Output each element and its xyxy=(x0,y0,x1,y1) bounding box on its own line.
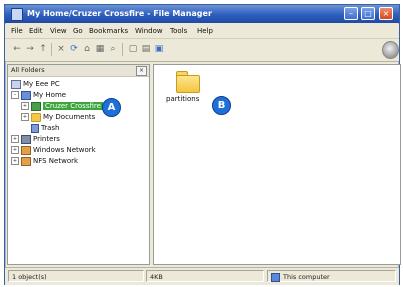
activity-throbber-icon xyxy=(382,41,399,59)
folder-pane-close-button[interactable]: × xyxy=(136,66,147,76)
window-title: My Home/Cruzer Crossfire - File Manager xyxy=(27,9,212,18)
trash-icon xyxy=(31,123,39,133)
status-size: 4KB xyxy=(146,270,264,282)
menu-help[interactable]: Help xyxy=(197,25,213,37)
status-object-count: 1 object(s) xyxy=(8,270,144,282)
toolbar-separator xyxy=(122,43,123,56)
status-bar: 1 object(s) 4KB This computer xyxy=(5,267,399,285)
expand-icon[interactable]: + xyxy=(11,146,19,154)
status-zone-label: This computer xyxy=(283,273,330,281)
expand-icon[interactable]: + xyxy=(11,135,19,143)
tree-item-cruzer-crossfire[interactable]: + Cruzer Crossfire xyxy=(21,101,103,112)
tree-item-label: Trash xyxy=(41,124,60,132)
toolbar-separator xyxy=(51,43,52,56)
home-folder-icon xyxy=(21,90,31,100)
printer-icon xyxy=(21,134,31,144)
tree-item-printers[interactable]: + Printers xyxy=(11,134,60,145)
tree-item-label: My Home xyxy=(33,91,67,99)
menu-window[interactable]: Window xyxy=(135,25,163,37)
minimize-button[interactable]: – xyxy=(344,7,358,20)
folder-pane-header: All Folders × xyxy=(8,65,149,77)
view-mode-icon[interactable]: ▣ xyxy=(153,43,165,55)
callout-badge-a: A xyxy=(102,98,121,117)
tree-item-label: My Documents xyxy=(43,113,96,121)
tree-item-nfs-network[interactable]: + NFS Network xyxy=(11,156,78,167)
back-icon[interactable]: ← xyxy=(11,43,23,55)
status-zone: This computer xyxy=(267,270,396,282)
toolbar: ← → ↑ × ⟳ ⌂ ▦ ⌕ ▢ ▤ ▣ xyxy=(5,39,399,62)
folder-icon xyxy=(31,112,41,122)
menu-file[interactable]: File xyxy=(11,25,23,37)
close-button[interactable]: × xyxy=(379,7,393,20)
find-icon[interactable]: ⌕ xyxy=(107,43,119,55)
usb-drive-icon xyxy=(31,101,41,111)
up-icon[interactable]: ↑ xyxy=(37,43,49,55)
tree-item-my-home[interactable]: – My Home xyxy=(11,90,66,101)
expand-icon[interactable]: + xyxy=(21,102,29,110)
menu-bar: File Edit View Go Bookmarks Window Tools… xyxy=(5,24,399,39)
file-manager-window: My Home/Cruzer Crossfire - File Manager … xyxy=(4,4,401,285)
app-icon xyxy=(11,8,23,21)
tree-item-windows-network[interactable]: + Windows Network xyxy=(11,145,96,156)
menu-bookmarks[interactable]: Bookmarks xyxy=(89,25,128,37)
tree-item-label: Printers xyxy=(33,135,60,143)
tree-item-label: My Eee PC xyxy=(23,80,60,88)
computer-icon xyxy=(11,79,21,89)
folder-icon[interactable] xyxy=(176,75,200,93)
print-icon[interactable]: ▦ xyxy=(94,43,106,55)
tree-item-label: Cruzer Crossfire xyxy=(43,102,103,110)
collapse-icon[interactable]: – xyxy=(11,91,19,99)
tree-item-trash[interactable]: Trash xyxy=(31,123,60,134)
forward-icon[interactable]: → xyxy=(24,43,36,55)
expand-icon[interactable]: + xyxy=(11,157,19,165)
menu-tools[interactable]: Tools xyxy=(170,25,187,37)
tree-item-my-eee-pc[interactable]: My Eee PC xyxy=(11,79,60,90)
properties-icon[interactable]: ▤ xyxy=(140,43,152,55)
computer-icon xyxy=(271,272,280,282)
file-list-pane[interactable]: partitions B xyxy=(153,64,401,265)
folder-pane-title: All Folders xyxy=(11,66,45,74)
menu-view[interactable]: View xyxy=(50,25,67,37)
expand-icon[interactable]: + xyxy=(21,113,29,121)
title-bar[interactable]: My Home/Cruzer Crossfire - File Manager … xyxy=(5,5,399,23)
tree-item-label: NFS Network xyxy=(33,157,79,165)
reload-icon[interactable]: ⟳ xyxy=(68,43,80,55)
menu-go[interactable]: Go xyxy=(73,25,83,37)
callout-badge-b: B xyxy=(212,96,231,115)
network-icon xyxy=(21,145,31,155)
network-icon xyxy=(21,156,31,166)
menu-edit[interactable]: Edit xyxy=(29,25,43,37)
tree-item-my-documents[interactable]: + My Documents xyxy=(21,112,95,123)
maximize-button[interactable]: □ xyxy=(361,7,375,20)
tree-item-label: Windows Network xyxy=(33,146,96,154)
folder-tree-pane: All Folders × My Eee PC – My Home + Cruzer… xyxy=(7,64,150,265)
home-icon[interactable]: ⌂ xyxy=(81,43,93,55)
stop-icon[interactable]: × xyxy=(55,43,67,55)
file-item-label[interactable]: partitions xyxy=(166,95,199,103)
view-icon[interactable]: ▢ xyxy=(127,43,139,55)
